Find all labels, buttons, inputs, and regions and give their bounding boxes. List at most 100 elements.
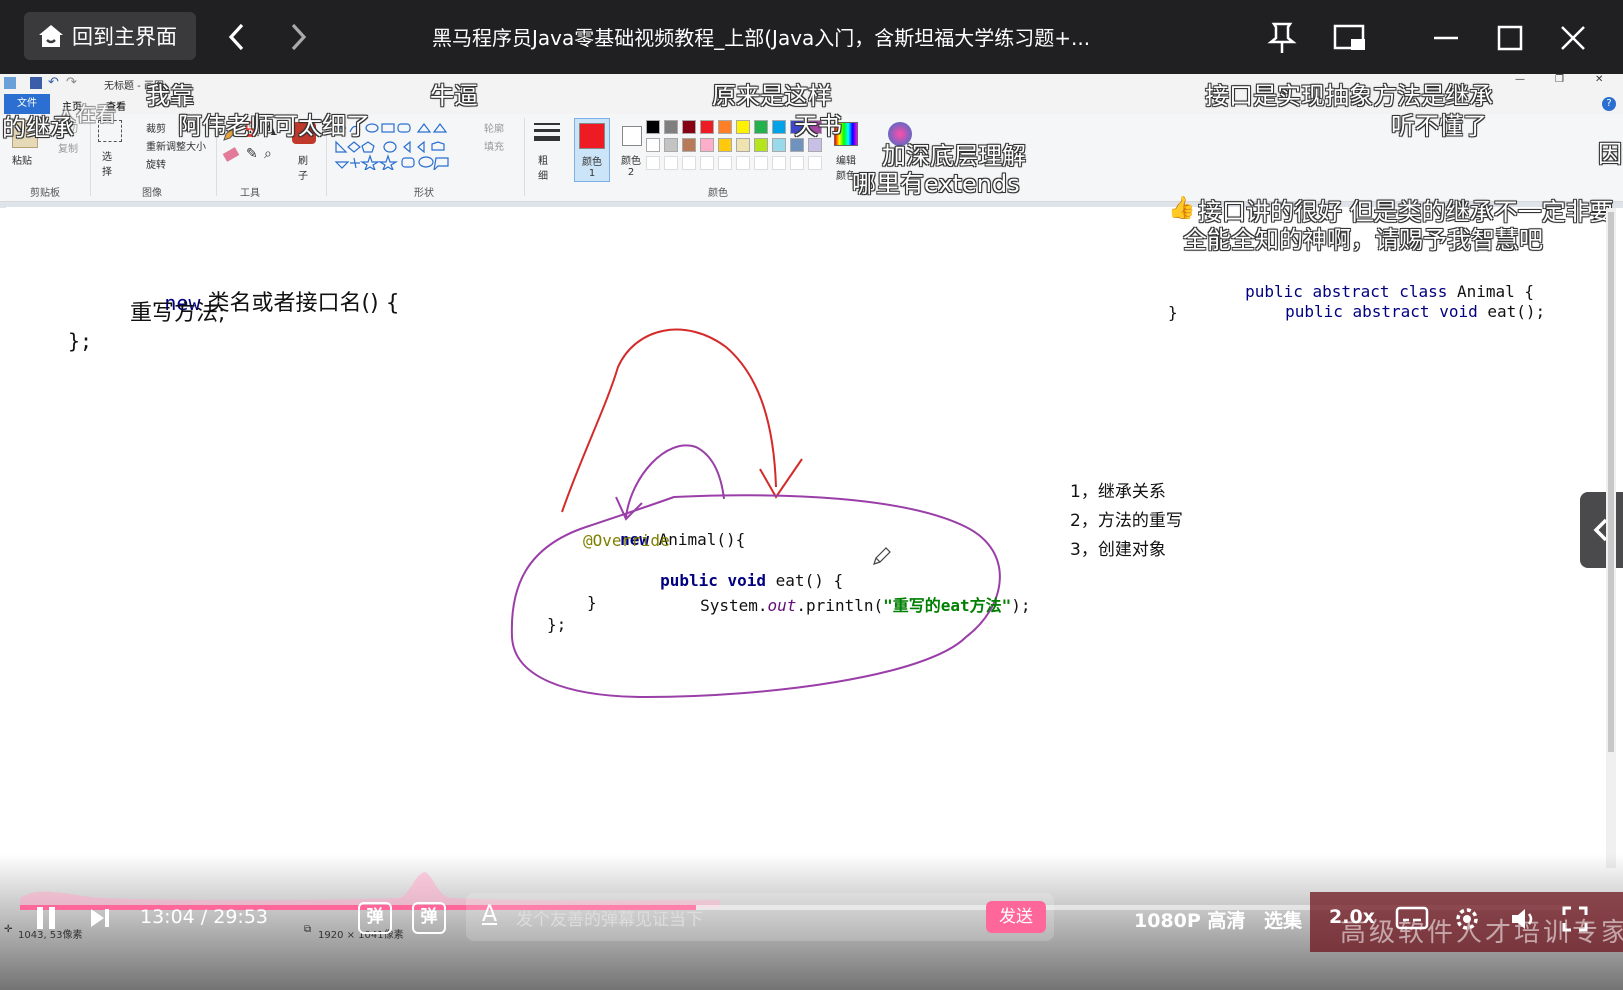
- select-label: 选择: [102, 152, 112, 178]
- concept-list-item-3: 3，创建对象: [1070, 540, 1166, 560]
- time-total: 29:53: [213, 906, 269, 928]
- save-icon: [30, 77, 42, 89]
- danmaku-comment: 天书: [794, 112, 842, 140]
- danmaku-toggle-label: 弹: [366, 907, 384, 927]
- danmaku-toggle-button[interactable]: 弹: [358, 902, 392, 934]
- danmaku-comment: 牛逼: [430, 82, 478, 110]
- send-danmaku-button[interactable]: 发送: [986, 901, 1046, 933]
- paste-label: 粘贴: [12, 156, 32, 167]
- fill-label: 填充: [484, 142, 504, 153]
- anon-line-5: }: [587, 593, 597, 612]
- danmaku-comment: 全能全知的神啊，请赐予我智慧吧: [1183, 226, 1543, 254]
- title-bar: 回到主界面 黑马程序员Java零基础视频教程_上部(Java入门，含斯坦福大学练…: [0, 0, 1623, 74]
- video-frame[interactable]: ↶ ↷ 无标题 - 画图 — ❐ ✕ 文件 主页 查看 ? 粘贴 剪切 复制 剪…: [0, 74, 1623, 990]
- back-arrow-icon[interactable]: [222, 20, 252, 54]
- episodes-button[interactable]: 选集: [1264, 906, 1302, 933]
- home-icon: [39, 25, 63, 47]
- anon-string: "重写的eat方法": [883, 596, 1012, 615]
- paint-vertical-scrollbar[interactable]: [1606, 208, 1616, 868]
- paint-app-icon: [4, 77, 16, 89]
- palette-swatch-empty: [808, 156, 822, 170]
- anon-println: .println(: [796, 596, 884, 615]
- ribbon-separator: [524, 118, 525, 196]
- color2-button: 颜色 2: [614, 118, 650, 182]
- palette-swatch-empty: [754, 156, 768, 170]
- palette-swatch-empty: [700, 156, 714, 170]
- paint-canvas[interactable]: new 类名或者接口名() { 重写方法; }; public abstract…: [6, 207, 1610, 957]
- rotate-label: 旋转: [146, 160, 166, 171]
- palette-swatch: [736, 138, 750, 152]
- shapes-group-label: 形状: [414, 188, 434, 199]
- danmaku-input[interactable]: 发个友善的弹幕见证当下: [516, 905, 703, 930]
- palette-swatch: [754, 138, 768, 152]
- palette-swatch-empty: [736, 156, 750, 170]
- home-button-label: 回到主界面: [72, 25, 177, 49]
- tools-group-label: 工具: [240, 188, 260, 199]
- palette-swatch: [700, 120, 714, 134]
- pause-icon[interactable]: [34, 904, 58, 932]
- palette-swatch-empty: [790, 156, 804, 170]
- paint-minimize-icon: —: [1515, 74, 1525, 85]
- undo-icon: ↶: [48, 75, 59, 90]
- speed-button[interactable]: 2.0x: [1329, 906, 1375, 928]
- minimize-icon[interactable]: [1426, 18, 1466, 58]
- anon-close-paren: );: [1011, 596, 1031, 615]
- danmaku-comment: 听不懂了: [1391, 112, 1487, 140]
- magnifier-icon: ⌕: [264, 146, 272, 162]
- palette-swatch: [664, 138, 678, 152]
- size-icon: [534, 120, 560, 146]
- danmaku-comment: 阿伟老师可太细了: [178, 112, 370, 140]
- time-current: 13:04: [140, 906, 195, 928]
- palette-swatch: [736, 120, 750, 134]
- volume-icon[interactable]: [1508, 904, 1538, 934]
- brush-label: 刷子: [298, 156, 308, 182]
- color2-label: 颜色 2: [621, 156, 641, 178]
- size-label: 粗细: [538, 156, 548, 182]
- danmaku-settings-label: 弹: [420, 907, 438, 927]
- time-separator: /: [194, 906, 214, 928]
- palette-swatch-empty: [682, 156, 696, 170]
- palette-swatch: [646, 138, 660, 152]
- maximize-icon[interactable]: [1490, 18, 1530, 58]
- forward-arrow-icon[interactable]: [283, 20, 313, 54]
- clipboard-group-label: 剪贴板: [30, 188, 60, 199]
- red-arrowhead: [759, 458, 803, 499]
- palette-swatch: [682, 120, 696, 134]
- thumbs-up-icon: 👍: [1168, 196, 1196, 221]
- palette-swatch-empty: [646, 156, 660, 170]
- quality-button[interactable]: 1080P 高清: [1134, 906, 1245, 933]
- palette-swatch: [682, 138, 696, 152]
- ribbon-separator: [90, 118, 91, 196]
- time-display: 13:04 / 29:53: [140, 906, 268, 928]
- color-picker-icon: ✎: [246, 146, 258, 162]
- mini-player-icon[interactable]: [1330, 18, 1370, 58]
- chevron-left-icon: [1593, 518, 1608, 542]
- concept-list-item-2: 2，方法的重写: [1070, 511, 1183, 531]
- purple-small-arrow: [625, 444, 725, 518]
- subtitle-icon[interactable]: [1394, 904, 1430, 932]
- close-icon[interactable]: [1553, 18, 1593, 58]
- window-title: 黑马程序员Java零基础视频教程_上部(Java入门，含斯坦福大学练习题+...: [432, 26, 1091, 50]
- side-panel-toggle[interactable]: [1580, 492, 1623, 568]
- scrollbar-thumb[interactable]: [1608, 212, 1614, 752]
- danmaku-style-icon[interactable]: A: [482, 902, 497, 927]
- danmaku-settings-button[interactable]: 弹: [412, 902, 446, 934]
- cursor-position-icon: ✛: [4, 924, 13, 935]
- palette-swatch: [772, 138, 786, 152]
- canvas-size-icon: ⧉: [304, 924, 312, 935]
- eraser-icon: [222, 147, 240, 162]
- danmaku-input-box: A 发个友善的弹幕见证当下 发送: [466, 893, 1054, 941]
- home-button[interactable]: 回到主界面: [24, 12, 196, 60]
- pin-icon[interactable]: [1262, 18, 1302, 58]
- settings-gear-icon[interactable]: [1452, 904, 1482, 934]
- palette-swatch: [646, 120, 660, 134]
- colors-group-label: 颜色: [708, 188, 728, 199]
- palette-swatch-empty: [664, 156, 678, 170]
- anon-annotation: @Override: [583, 531, 670, 550]
- image-group-label: 图像: [142, 188, 162, 199]
- video-player-window: 回到主界面 黑马程序员Java零基础视频教程_上部(Java入门，含斯坦福大学练…: [0, 0, 1623, 990]
- palette-swatch: [772, 120, 786, 134]
- fullscreen-icon[interactable]: [1560, 904, 1590, 934]
- next-episode-icon[interactable]: [88, 906, 112, 930]
- color1-swatch: [579, 123, 605, 149]
